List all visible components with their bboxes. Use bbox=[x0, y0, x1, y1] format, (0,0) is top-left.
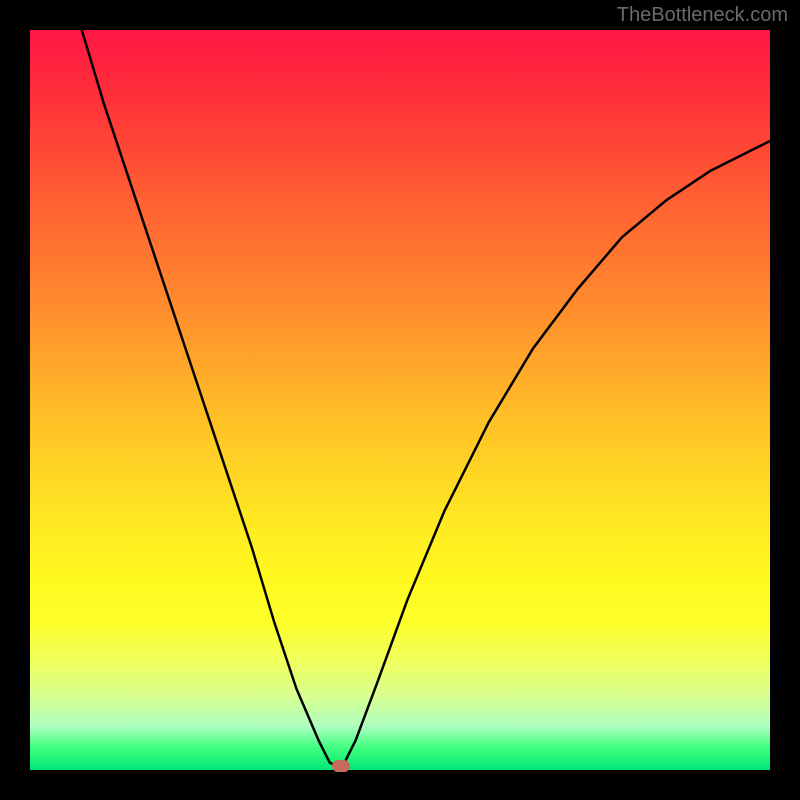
chart-plot-area bbox=[30, 30, 770, 770]
watermark-text: TheBottleneck.com bbox=[617, 4, 788, 27]
bottleneck-curve bbox=[30, 30, 770, 770]
optimal-point-marker bbox=[332, 760, 350, 772]
